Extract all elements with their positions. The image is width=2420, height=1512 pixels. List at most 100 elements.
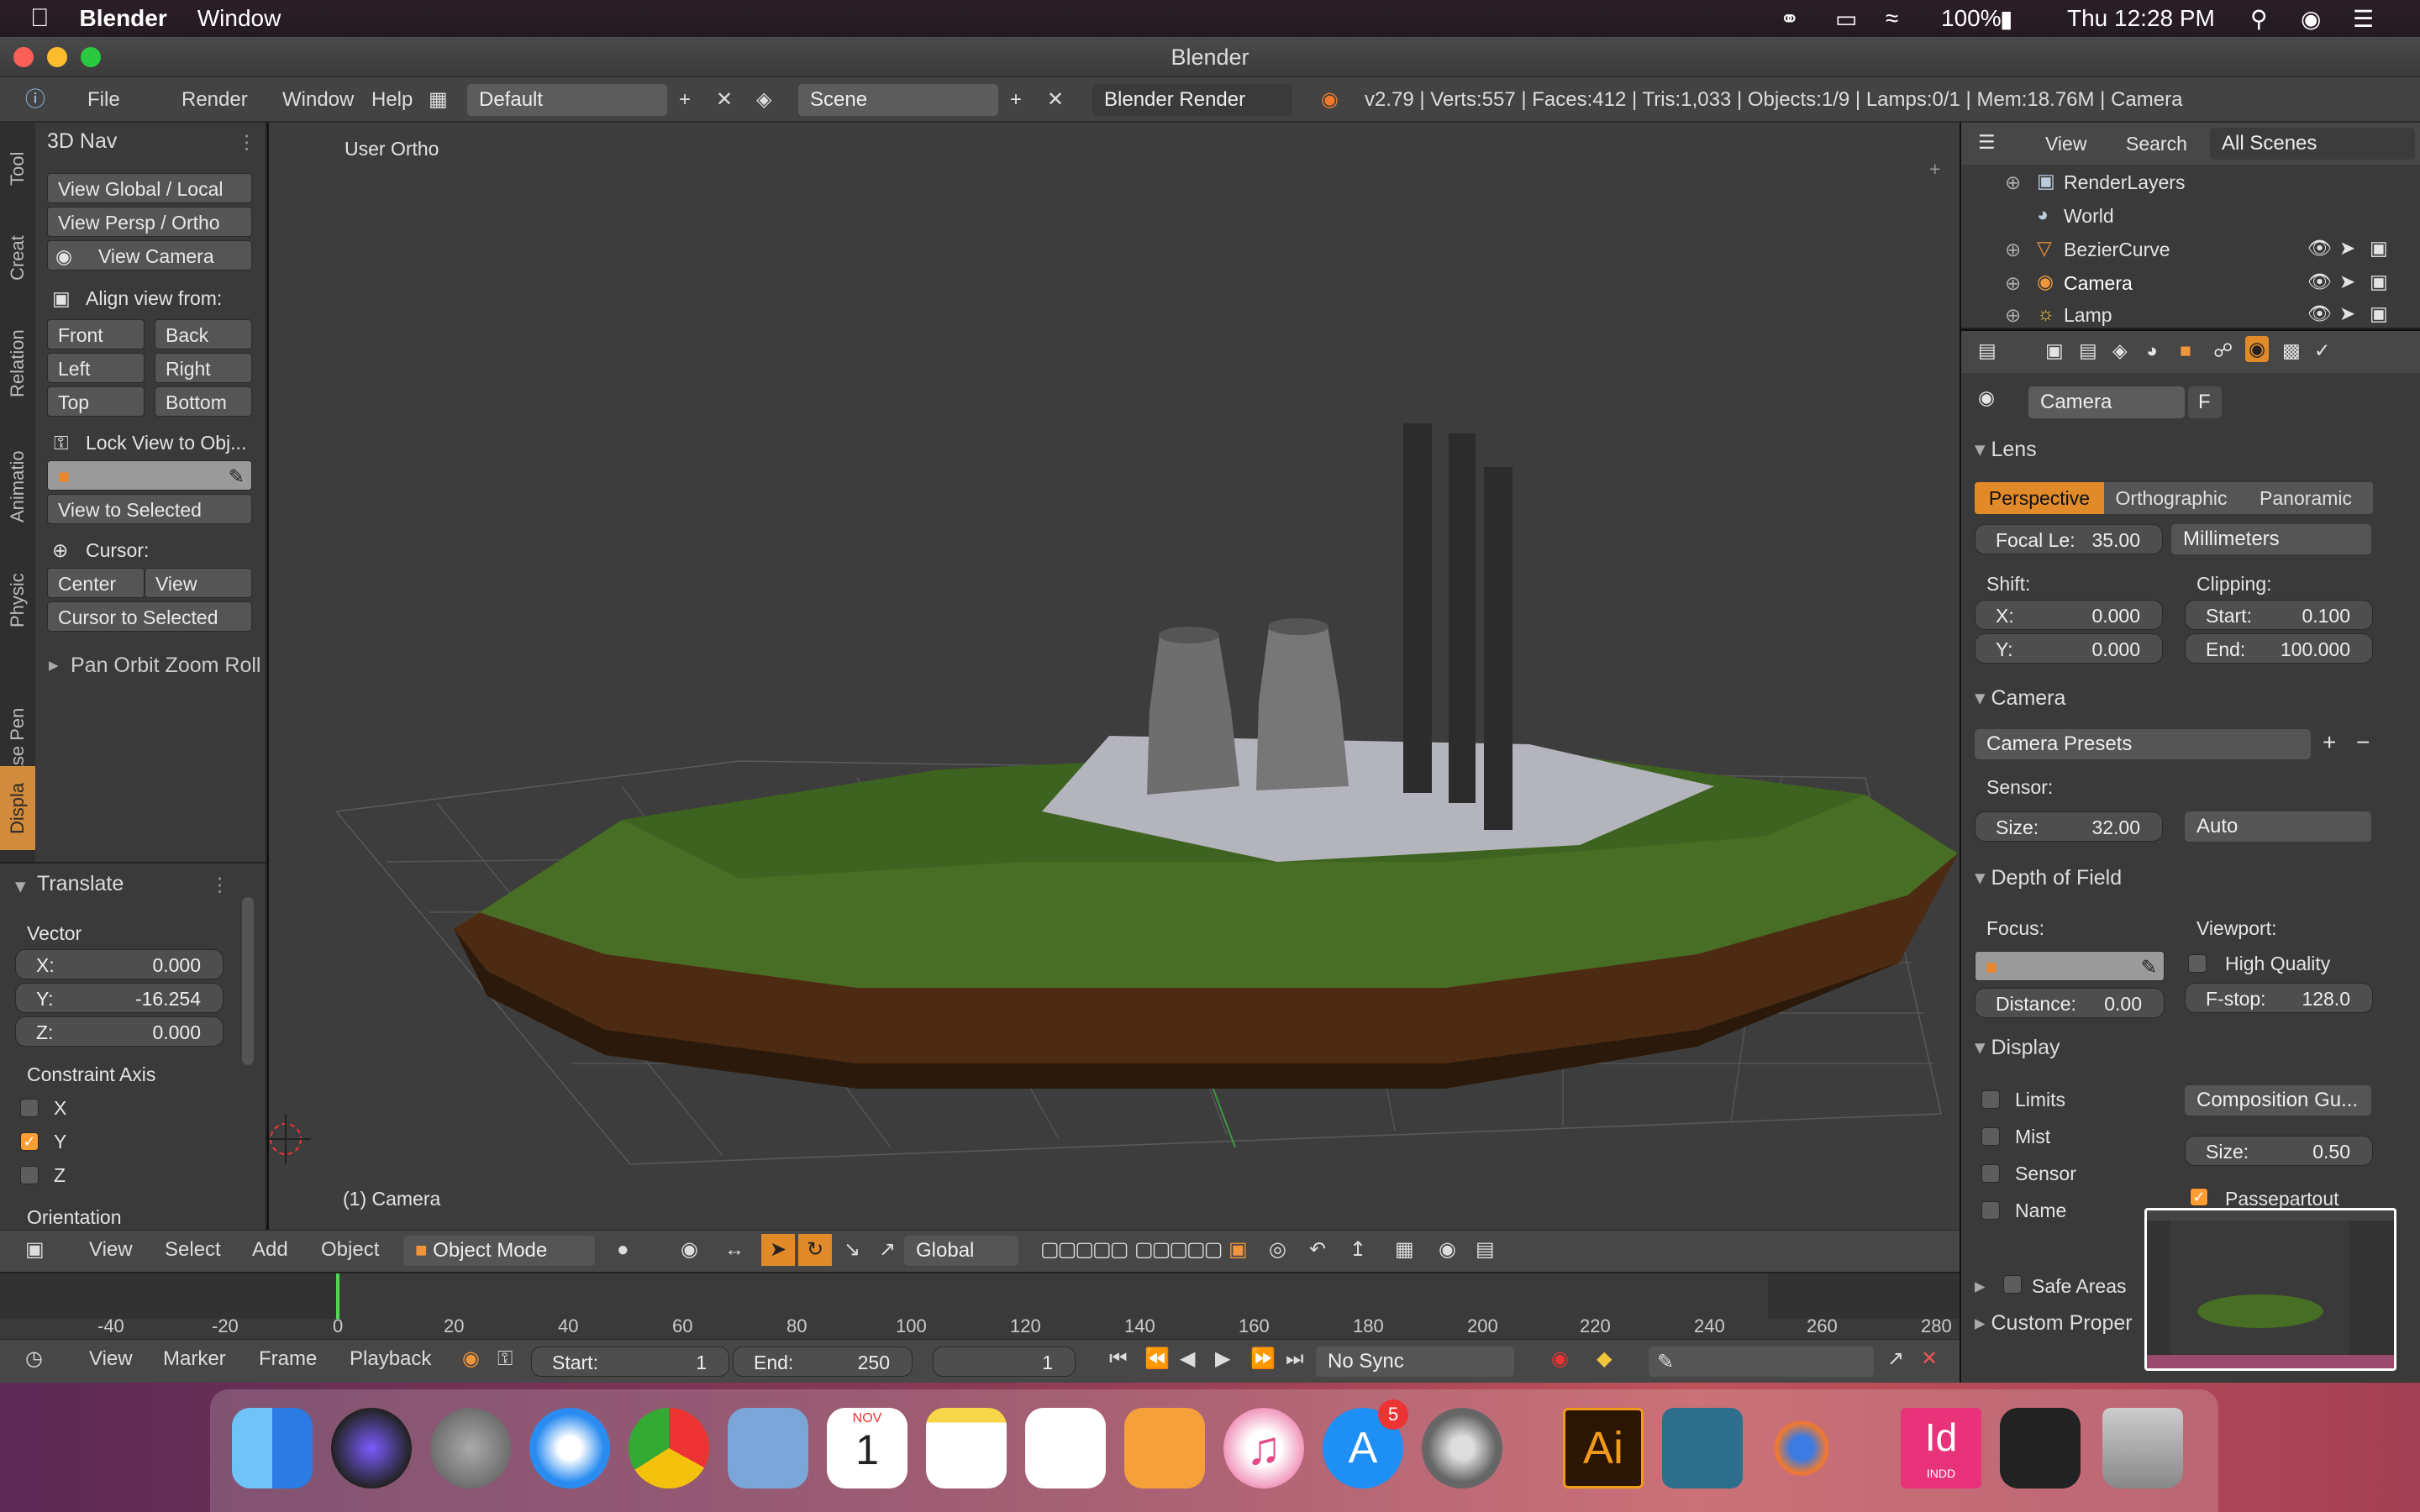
screen-layout-field[interactable]: Default [467,84,667,116]
translate-manipulator-icon[interactable]: ➤ [761,1234,796,1266]
menu-file[interactable]: File [79,84,129,116]
zoom-window-button[interactable] [81,47,101,67]
manipulator-space-icon[interactable]: ↗ [871,1234,904,1266]
lens-orthographic-tab[interactable]: Orthographic [2104,482,2238,514]
airplay-icon[interactable]: ▭ [1835,5,1857,33]
lock-object-field[interactable]: ■ ✎ [47,460,252,491]
sensor-checkbox[interactable] [1981,1164,2000,1183]
vector-z-field[interactable]: Z: 0.000 [15,1016,224,1047]
lock-layers-icon[interactable]: ▣ [1220,1234,1256,1266]
menu-render[interactable]: Render [173,84,256,116]
outliner-item-world[interactable]: World [2064,205,2114,228]
viewport-add-region-icon[interactable]: + [1929,158,1940,181]
composition-guides-dropdown[interactable]: Composition Gu... [2185,1085,2371,1116]
lens-panel-header[interactable]: ▾ Lens [1975,437,2037,462]
outliner-editor-icon[interactable]: ☰ [1978,131,1996,154]
start-frame-field[interactable]: Start: 1 [531,1347,729,1377]
outliner-search-menu[interactable]: Search [2126,133,2187,155]
indesign-icon[interactable]: Id INDD [1901,1408,1981,1488]
keying-set-icon[interactable]: ◆ [1588,1343,1620,1375]
trash-icon[interactable] [2102,1408,2183,1488]
view-persp-ortho-button[interactable]: View Persp / Ortho [47,207,252,237]
operator-menu-icon[interactable]: ⋮ [210,874,229,896]
display-panel-header[interactable]: ▾ Display [1975,1035,2060,1060]
blender-icon[interactable] [1761,1408,1842,1488]
shift-x-field[interactable]: X: 0.000 [1975,600,2163,630]
transform-orientation-dropdown[interactable]: Global [904,1236,1018,1266]
close-window-button[interactable] [13,47,34,67]
fake-user-button[interactable]: F [2188,386,2222,418]
current-frame-field[interactable]: 1 [933,1347,1076,1377]
clock[interactable]: Thu 12:28 PM [2067,5,2215,32]
select-arrow-icon[interactable]: ➤ [2339,302,2355,325]
expand-icon[interactable]: ⊕ [2005,239,2021,261]
view3d-menu-add[interactable]: Add [244,1234,297,1266]
outliner-item-camera[interactable]: Camera [2064,272,2133,295]
tab-tool[interactable]: Tool [0,131,35,207]
finder-icon[interactable] [232,1408,313,1488]
outliner-display-mode[interactable]: All Scenes [2210,128,2415,160]
rotate-manipulator-icon[interactable]: ↻ [798,1234,833,1266]
end-frame-field[interactable]: End: 250 [733,1347,913,1377]
render-camera-icon[interactable]: ▣ [2370,270,2388,293]
outliner-row[interactable]: ⊕ ☼ Lamp 👁 ➤ ▣ [1961,301,2420,329]
scale-manipulator-icon[interactable]: ↘ [835,1234,869,1266]
screenshot-file-icon[interactable] [2000,1408,2081,1488]
align-top-button[interactable]: Top [47,386,145,417]
expand-icon[interactable]: ⊕ [2005,304,2021,327]
custom-props-header[interactable]: ▸ Custom Proper [1975,1310,2133,1336]
fstop-field[interactable]: F-stop: 128.0 [2185,983,2373,1013]
tab-render-icon[interactable]: ▣ [2045,339,2064,362]
constraint-x-checkbox[interactable] [20,1099,39,1117]
passepartout-checkbox[interactable]: ✓ [2190,1188,2208,1206]
vector-y-field[interactable]: Y: -16.254 [15,983,224,1013]
system-preferences-icon[interactable] [1422,1408,1502,1488]
chrome-icon[interactable] [629,1408,709,1488]
spotlight-icon[interactable]: ⚲ [2250,5,2268,33]
viewport-3d[interactable]: User Ortho (1) Camera + [269,123,1960,1230]
tab-texture-icon[interactable]: ▩ [2282,339,2301,362]
name-checkbox[interactable] [1981,1201,2000,1220]
align-right-button[interactable]: Right [155,353,252,383]
outliner-view-menu[interactable]: View [2045,133,2086,155]
jump-start-icon[interactable]: ⏮ [1101,1343,1136,1375]
constraint-y-checkbox[interactable]: ✓ [20,1132,39,1151]
timeline-editor-icon[interactable]: ◷ [17,1343,51,1375]
operator-scrollbar[interactable] [242,897,254,1065]
outliner-row[interactable]: ⊕ ◉ Camera 👁 ➤ ▣ [1961,267,2420,301]
outliner-row[interactable]: ⊕ ▽ BezierCurve 👁 ➤ ▣ [1961,234,2420,267]
safari-icon[interactable] [529,1408,610,1488]
pages-icon[interactable] [1124,1408,1205,1488]
select-arrow-icon[interactable]: ➤ [2339,270,2355,293]
shift-y-field[interactable]: Y: 0.000 [1975,633,2163,664]
delete-keyframe-icon[interactable]: ✕ [1912,1343,1946,1375]
tab-world-icon[interactable]: ◕ [2146,339,2158,362]
sensor-size-field[interactable]: Size: 32.00 [1975,811,2163,842]
visibility-eye-icon[interactable]: 👁 [2307,270,2332,293]
window-app-icon[interactable] [1662,1408,1743,1488]
illustrator-icon[interactable]: Ai [1563,1408,1644,1488]
opengl-render-icon[interactable]: ◉ [1430,1234,1465,1266]
timeline-editor[interactable]: -40 -20 0 20 40 60 80 100 120 140 160 18… [0,1272,1960,1339]
align-left-button[interactable]: Left [47,353,145,383]
panel-3d-nav-title[interactable]: 3D Nav [47,129,117,154]
layers-grid-a[interactable]: ▢▢▢▢▢ [1032,1234,1135,1266]
focus-distance-field[interactable]: Distance: 0.00 [1975,988,2165,1018]
launchpad-icon[interactable] [430,1408,511,1488]
opengl-anim-icon[interactable]: ▤ [1467,1234,1503,1266]
display-size-field[interactable]: Size: 0.50 [2185,1136,2373,1166]
timeline-menu-frame[interactable]: Frame [250,1343,325,1375]
remove-preset-button[interactable]: − [2356,729,2370,756]
cursor-center-button[interactable]: Center [47,568,145,598]
delete-scene-button[interactable]: ✕ [1039,84,1072,116]
pan-orbit-expand-icon[interactable]: ▸ [49,654,59,676]
focus-object-field[interactable]: ■ ✎ [1975,951,2165,981]
outliner-item-beziercurve[interactable]: BezierCurve [2064,239,2170,261]
snap-target-icon[interactable]: ▦ [1386,1234,1423,1266]
lens-perspective-tab[interactable]: Perspective [1975,482,2104,514]
outliner-row[interactable]: ⊕ ▣ RenderLayers [1961,166,2420,200]
menu-help[interactable]: Help [363,84,421,116]
viewport-shading-icon[interactable]: ● [608,1234,638,1266]
manipulator-toggle-icon[interactable]: ↔ [716,1234,753,1266]
editor-type-icon[interactable]: ▣ [17,1234,53,1266]
